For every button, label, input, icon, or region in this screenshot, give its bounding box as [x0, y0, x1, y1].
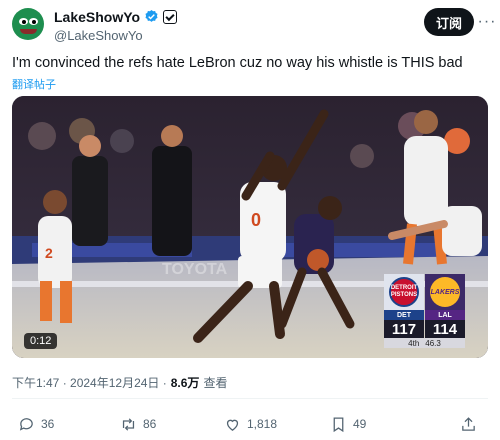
verified-badge-icon	[145, 9, 158, 22]
avatar[interactable]	[12, 8, 44, 40]
clock-time: 46.3	[425, 338, 441, 348]
heart-icon	[226, 419, 239, 431]
repost-button[interactable]: 86	[120, 412, 156, 436]
bookmark-button[interactable]: 49	[330, 412, 366, 436]
author-info: LakeShowYo @LakeShowYo	[54, 8, 178, 43]
away-team-logo: LAKERS	[425, 274, 465, 310]
pistons-logo-icon: DETROIT PISTONS	[389, 277, 419, 307]
action-bar: 36 86 1,818 49	[12, 412, 488, 436]
game-clock: 4th 46.3	[384, 338, 465, 348]
share-button[interactable]	[460, 412, 477, 436]
svg-text:TOYOTA: TOYOTA	[162, 261, 228, 278]
svg-text:2: 2	[45, 245, 53, 261]
home-score: 117	[384, 320, 424, 338]
away-score: 114	[425, 320, 465, 338]
home-team-abbr: DET	[384, 310, 424, 320]
repost-icon	[122, 417, 135, 431]
svg-text:0: 0	[251, 210, 261, 230]
scoreboard-overlay: DETROIT PISTONS LAKERS DET LAL 117 114 4…	[384, 274, 466, 348]
more-options-icon[interactable]: ···	[475, 10, 499, 34]
translate-link[interactable]: 翻译帖子	[12, 76, 56, 92]
lakers-logo-icon: LAKERS	[430, 277, 460, 307]
video-player[interactable]: 2 0 TOYOTA 0:12 DETROIT PISTONS LAKERS D…	[12, 96, 488, 358]
period: 4th	[408, 338, 420, 348]
like-count: 1,818	[247, 417, 278, 431]
reply-icon	[19, 417, 33, 431]
tweet-header: LakeShowYo @LakeShowYo 订阅 ···	[12, 6, 495, 46]
away-team-abbr: LAL	[425, 310, 465, 320]
views-label: 查看	[203, 376, 228, 390]
affiliate-badge-icon	[163, 9, 178, 24]
share-icon	[462, 416, 475, 431]
divider	[12, 398, 488, 399]
follow-button[interactable]: 订阅	[424, 8, 474, 36]
bookmark-icon	[333, 416, 344, 432]
home-team-logo: DETROIT PISTONS	[384, 274, 424, 310]
repost-count: 86	[143, 417, 157, 431]
like-button[interactable]: 1,818	[224, 412, 277, 436]
display-name[interactable]: LakeShowYo	[54, 9, 140, 25]
video-duration-badge: 0:12	[24, 333, 58, 349]
reply-button[interactable]: 36	[18, 412, 54, 436]
views-count: 8.6万	[170, 376, 200, 390]
tweet-meta: 下午1:47 · 2024年12月24日 · 8.6万 查看	[12, 374, 227, 391]
tweet-text: I'm convinced the refs hate LeBron cuz n…	[12, 55, 463, 71]
post-time[interactable]: 下午1:47 · 2024年12月24日 ·	[12, 374, 167, 391]
reply-count: 36	[41, 417, 55, 431]
bookmark-count: 49	[353, 417, 367, 431]
handle[interactable]: @LakeShowYo	[54, 28, 177, 43]
